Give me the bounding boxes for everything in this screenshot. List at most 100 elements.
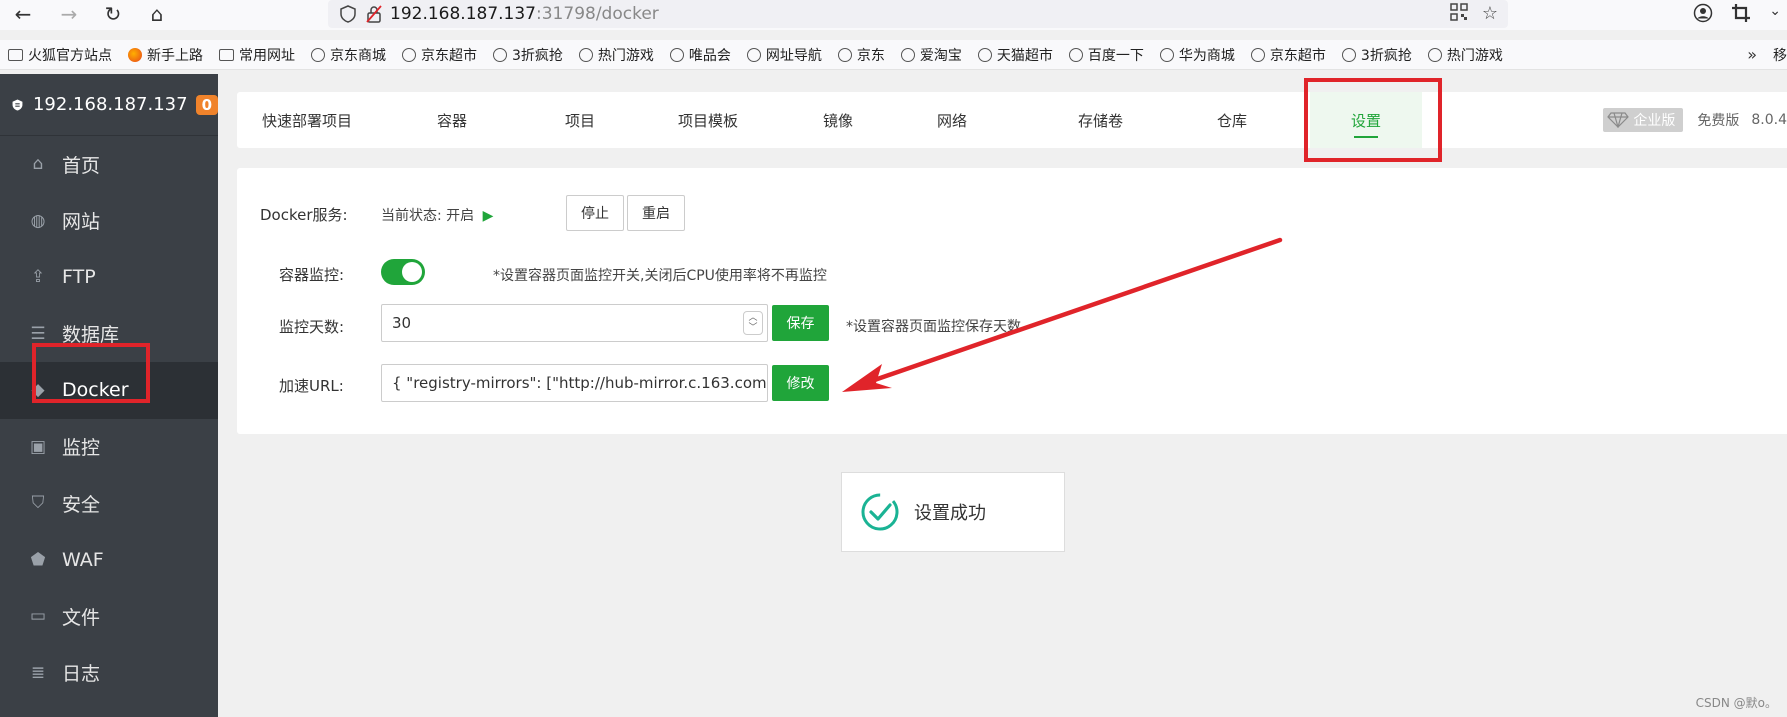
bookmark-item[interactable]: 新手上路 bbox=[128, 45, 203, 65]
bookmark-label: 常用网址 bbox=[239, 47, 295, 64]
account-icon[interactable] bbox=[1693, 3, 1713, 28]
bookmark-label: 唯品会 bbox=[688, 47, 731, 64]
sidebar-item-label: FTP bbox=[62, 266, 96, 289]
version-label: 8.0.4 bbox=[1751, 112, 1787, 128]
watermark: CSDN @默o。 bbox=[1695, 696, 1777, 710]
tab-5[interactable]: 网络 bbox=[937, 92, 967, 148]
mirror-url-input[interactable]: { "registry-mirrors": ["http://hub-mirro… bbox=[381, 364, 768, 402]
tab-1[interactable]: 容器 bbox=[437, 92, 467, 148]
home-icon: ⌂ bbox=[32, 154, 44, 175]
tab-3[interactable]: 项目模板 bbox=[678, 92, 738, 148]
bookmark-item[interactable]: 百度一下 bbox=[1068, 45, 1144, 65]
modify-url-button[interactable]: 修改 bbox=[772, 365, 829, 401]
bookmark-item[interactable]: 华为商城 bbox=[1159, 45, 1235, 65]
running-play-icon: ▶ bbox=[482, 208, 494, 224]
monitor-days-value: 30 bbox=[392, 314, 412, 332]
folder-icon bbox=[8, 48, 23, 61]
bookmark-item[interactable]: 网址导航 bbox=[746, 45, 822, 65]
crop-icon[interactable] bbox=[1731, 3, 1751, 28]
restart-button[interactable]: 重启 bbox=[627, 195, 685, 231]
sidebar-item-waf[interactable]: ⬟ WAF bbox=[0, 532, 218, 589]
globe-icon bbox=[402, 47, 416, 62]
bookmark-item[interactable]: 常用网址 bbox=[219, 45, 295, 65]
sidebar-item-监控[interactable]: ▣ 监控 bbox=[0, 419, 218, 476]
sidebar-item-网站[interactable]: ◍ 网站 bbox=[0, 193, 218, 250]
bookmark-item[interactable]: 3折疯抢 bbox=[493, 45, 563, 65]
bookmark-item[interactable]: 京东 bbox=[837, 45, 885, 65]
bookmark-item[interactable]: 京东超市 bbox=[1250, 45, 1326, 65]
sidebar-item-ftp[interactable]: ⇪ FTP bbox=[0, 249, 218, 306]
tab-4[interactable]: 镜像 bbox=[823, 92, 853, 148]
bookmark-item[interactable]: 天猫超市 bbox=[977, 45, 1053, 65]
bookmark-item[interactable]: 爱淘宝 bbox=[900, 45, 962, 65]
bookmark-label: 京东超市 bbox=[421, 47, 477, 64]
bookmark-star-icon[interactable]: ☆ bbox=[1482, 3, 1498, 26]
globe-icon bbox=[1341, 47, 1356, 62]
url-path: :31798/docker bbox=[536, 4, 659, 24]
bookmark-item[interactable]: 京东商城 bbox=[311, 45, 386, 65]
bookmark-item[interactable]: 热门游戏 bbox=[1427, 45, 1503, 65]
check-circle-icon bbox=[861, 493, 899, 531]
sidebar-item-label: 网站 bbox=[62, 211, 101, 234]
bookmark-label: 京东商城 bbox=[330, 47, 386, 64]
globe-icon bbox=[837, 47, 852, 62]
bookmark-item[interactable]: 热门游戏 bbox=[578, 45, 654, 65]
sidebar-item-日志[interactable]: ≣ 日志 bbox=[0, 645, 218, 702]
edition-info: 企业版 免费版 8.0.4 bbox=[1603, 92, 1787, 148]
bookmarks-overflow-button[interactable]: » bbox=[1747, 45, 1757, 64]
sidebar-item-首页[interactable]: ⌂ 首页 bbox=[0, 136, 218, 193]
service-status-text: 当前状态: 开启 bbox=[381, 208, 475, 224]
sidebar-item-安全[interactable]: ⛉ 安全 bbox=[0, 475, 218, 532]
firefox-icon bbox=[128, 47, 142, 62]
bookmark-label: 新手上路 bbox=[147, 47, 203, 64]
shield-icon[interactable] bbox=[338, 4, 358, 24]
globe-icon bbox=[1427, 47, 1442, 62]
stop-button[interactable]: 停止 bbox=[566, 195, 624, 231]
bookmark-item[interactable]: 火狐官方站点 bbox=[8, 45, 112, 65]
sidebar-item-文件[interactable]: ▭ 文件 bbox=[0, 588, 218, 645]
bookmarks-bar: 火狐官方站点 新手上路 常用网址 京东商城 京东超市 3折疯抢 热门游戏 唯品会 网址导航 京东 爱… bbox=[0, 40, 1787, 70]
bookmark-item[interactable]: 3折疯抢 bbox=[1341, 45, 1412, 65]
waf-icon: ⬟ bbox=[30, 549, 46, 570]
docker-service-label: Docker服务: bbox=[260, 206, 348, 224]
globe-icon bbox=[311, 47, 325, 62]
reload-button[interactable]: ↻ bbox=[100, 1, 126, 27]
forward-button[interactable]: → bbox=[56, 1, 82, 27]
address-bar[interactable]: 192.168.187.137:31798/docker ☆ bbox=[328, 0, 1508, 28]
docker-tabs-bar: 企业版 免费版 8.0.4 快速部署项目 容器 项目 项目模板 镜像 网络 存储卷 仓库 设置 bbox=[237, 92, 1787, 148]
back-button[interactable]: ← bbox=[10, 1, 36, 27]
insecure-lock-icon[interactable] bbox=[364, 4, 384, 24]
container-monitor-label: 容器监控: bbox=[279, 266, 345, 284]
server-logo-icon bbox=[12, 99, 23, 110]
tab-6[interactable]: 存储卷 bbox=[1078, 92, 1123, 148]
bookmark-item-partial[interactable]: 移 bbox=[1773, 45, 1787, 65]
bookmark-item[interactable]: 京东超市 bbox=[402, 45, 477, 65]
server-ip: 192.168.187.137 bbox=[32, 94, 188, 115]
tab-2[interactable]: 项目 bbox=[565, 92, 595, 148]
monitor-hint: *设置容器页面监控开关,关闭后CPU使用率将不再监控 bbox=[493, 268, 827, 284]
container-monitor-toggle[interactable] bbox=[381, 259, 425, 285]
tab-0[interactable]: 快速部署项目 bbox=[262, 92, 352, 148]
sidebar-item-label: 安全 bbox=[62, 493, 101, 516]
home-button[interactable]: ⌂ bbox=[144, 1, 170, 27]
bookmark-label: 火狐官方站点 bbox=[28, 47, 112, 64]
service-status: 当前状态: 开启 ▶ bbox=[381, 205, 493, 225]
bookmark-item[interactable]: 唯品会 bbox=[669, 45, 731, 65]
monitor-days-label: 监控天数: bbox=[279, 318, 345, 336]
bookmark-label: 3折疯抢 bbox=[512, 47, 563, 64]
bookmark-label: 京东超市 bbox=[1269, 47, 1326, 64]
enterprise-badge[interactable]: 企业版 bbox=[1603, 108, 1684, 132]
sidebar-item-label: 日志 bbox=[62, 663, 101, 686]
browser-toolbar: ← → ↻ ⌂ 192.168.187.137:31798/docker ☆ ⌄ bbox=[0, 0, 1787, 30]
save-days-button[interactable]: 保存 bbox=[772, 305, 829, 341]
ftp-icon: ⇪ bbox=[30, 267, 46, 288]
qr-code-icon[interactable] bbox=[1450, 3, 1468, 26]
number-spinner[interactable]: ︿ ﹀ bbox=[743, 311, 763, 335]
folder-icon bbox=[219, 48, 234, 61]
log-icon: ≣ bbox=[30, 662, 46, 683]
tab-7[interactable]: 仓库 bbox=[1217, 92, 1247, 148]
notification-badge[interactable]: 0 bbox=[195, 94, 218, 115]
menu-overflow-icon[interactable]: ⌄ bbox=[1769, 3, 1781, 28]
url-host: 192.168.187.137 bbox=[390, 4, 537, 24]
monitor-days-input[interactable]: 30 ︿ ﹀ bbox=[381, 304, 768, 342]
